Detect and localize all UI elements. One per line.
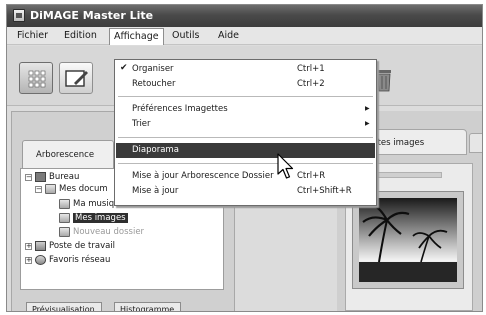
menu-aide[interactable]: Aide — [218, 30, 239, 41]
folder-icon — [59, 227, 70, 237]
tree-item-mes-documents[interactable]: − Mes docum — [35, 184, 108, 194]
collapse-icon[interactable]: − — [35, 185, 42, 193]
mouse-pointer-icon — [277, 153, 294, 179]
menu-fichier[interactable]: Fichier — [17, 30, 48, 41]
title-bar: DiMAGE Master Lite — [7, 5, 482, 27]
tree-item-label: Bureau — [49, 172, 80, 182]
desktop-icon — [35, 172, 46, 182]
expand-icon[interactable]: + — [25, 242, 32, 250]
tree-item-label: Mes docum — [59, 184, 108, 194]
menu-item-preferences-imagettes[interactable]: Préférences Imagettes ▶ — [116, 102, 375, 117]
window-title: DiMAGE Master Lite — [30, 9, 154, 22]
checkmark-icon: ✔ — [120, 63, 128, 73]
tree-item-label: Favoris réseau — [49, 255, 111, 265]
app-window: DiMAGE Master Lite Fichier Edition Affic… — [6, 4, 483, 312]
edit-image-icon — [65, 70, 88, 87]
tree-item-nouveau-dossier[interactable]: Nouveau dossier — [59, 227, 144, 237]
tab-arborescence[interactable]: Arborescence — [22, 140, 114, 168]
palm-sunset-photo — [359, 198, 457, 282]
computer-icon — [35, 241, 46, 251]
tree-item-poste-de-travail[interactable]: + Poste de travail — [25, 241, 115, 251]
tree-item-bureau[interactable]: − Bureau — [25, 172, 79, 182]
collapse-icon[interactable]: − — [25, 173, 32, 181]
menu-outils[interactable]: Outils — [172, 30, 199, 41]
menu-separator — [118, 163, 373, 164]
tab-previsualisation[interactable]: Prévisualisation — [26, 302, 102, 311]
expand-icon[interactable]: + — [25, 256, 32, 264]
tab-secondary[interactable] — [469, 133, 482, 153]
menu-item-mise-a-jour-arborescence[interactable]: Mise à jour Arborescence Dossier Ctrl+R — [116, 169, 375, 184]
tree-item-mes-images[interactable]: Mes images — [59, 213, 128, 223]
submenu-arrow-icon: ▶ — [365, 105, 370, 112]
tree-item-label: Poste de travail — [49, 241, 116, 251]
menu-separator — [118, 96, 373, 97]
tree-item-label: Nouveau dossier — [73, 227, 145, 237]
tree-item-favoris-reseau[interactable]: + Favoris réseau — [25, 255, 110, 265]
grid-icon — [28, 70, 46, 88]
submenu-arrow-icon: ▶ — [365, 120, 370, 127]
retouch-mode-button[interactable] — [59, 62, 93, 94]
network-icon — [35, 255, 46, 265]
organize-mode-button[interactable] — [19, 62, 53, 94]
menu-separator — [118, 137, 373, 138]
menu-item-organiser[interactable]: ✔ Organiser Ctrl+1 — [116, 62, 375, 77]
tree-item-label: Mes images — [73, 213, 128, 223]
tab-histogramme[interactable]: Histogramme — [114, 302, 182, 311]
menu-item-diaporama[interactable]: Diaporama — [116, 143, 375, 158]
menu-affichage[interactable]: Affichage — [109, 28, 164, 45]
affichage-dropdown-menu: ✔ Organiser Ctrl+1 Retoucher Ctrl+2 Préf… — [114, 59, 377, 206]
menu-item-trier[interactable]: Trier ▶ — [116, 117, 375, 132]
folder-open-icon — [59, 213, 70, 223]
menu-bar: Fichier Edition Affichage Outils Aide — [7, 27, 482, 45]
menu-edition[interactable]: Edition — [64, 30, 97, 41]
folder-icon — [59, 199, 70, 209]
app-icon — [13, 9, 25, 22]
menu-item-mise-a-jour[interactable]: Mise à jour Ctrl+Shift+R — [116, 184, 375, 199]
folder-icon — [45, 184, 56, 194]
menu-item-retoucher[interactable]: Retoucher Ctrl+2 — [116, 77, 375, 92]
